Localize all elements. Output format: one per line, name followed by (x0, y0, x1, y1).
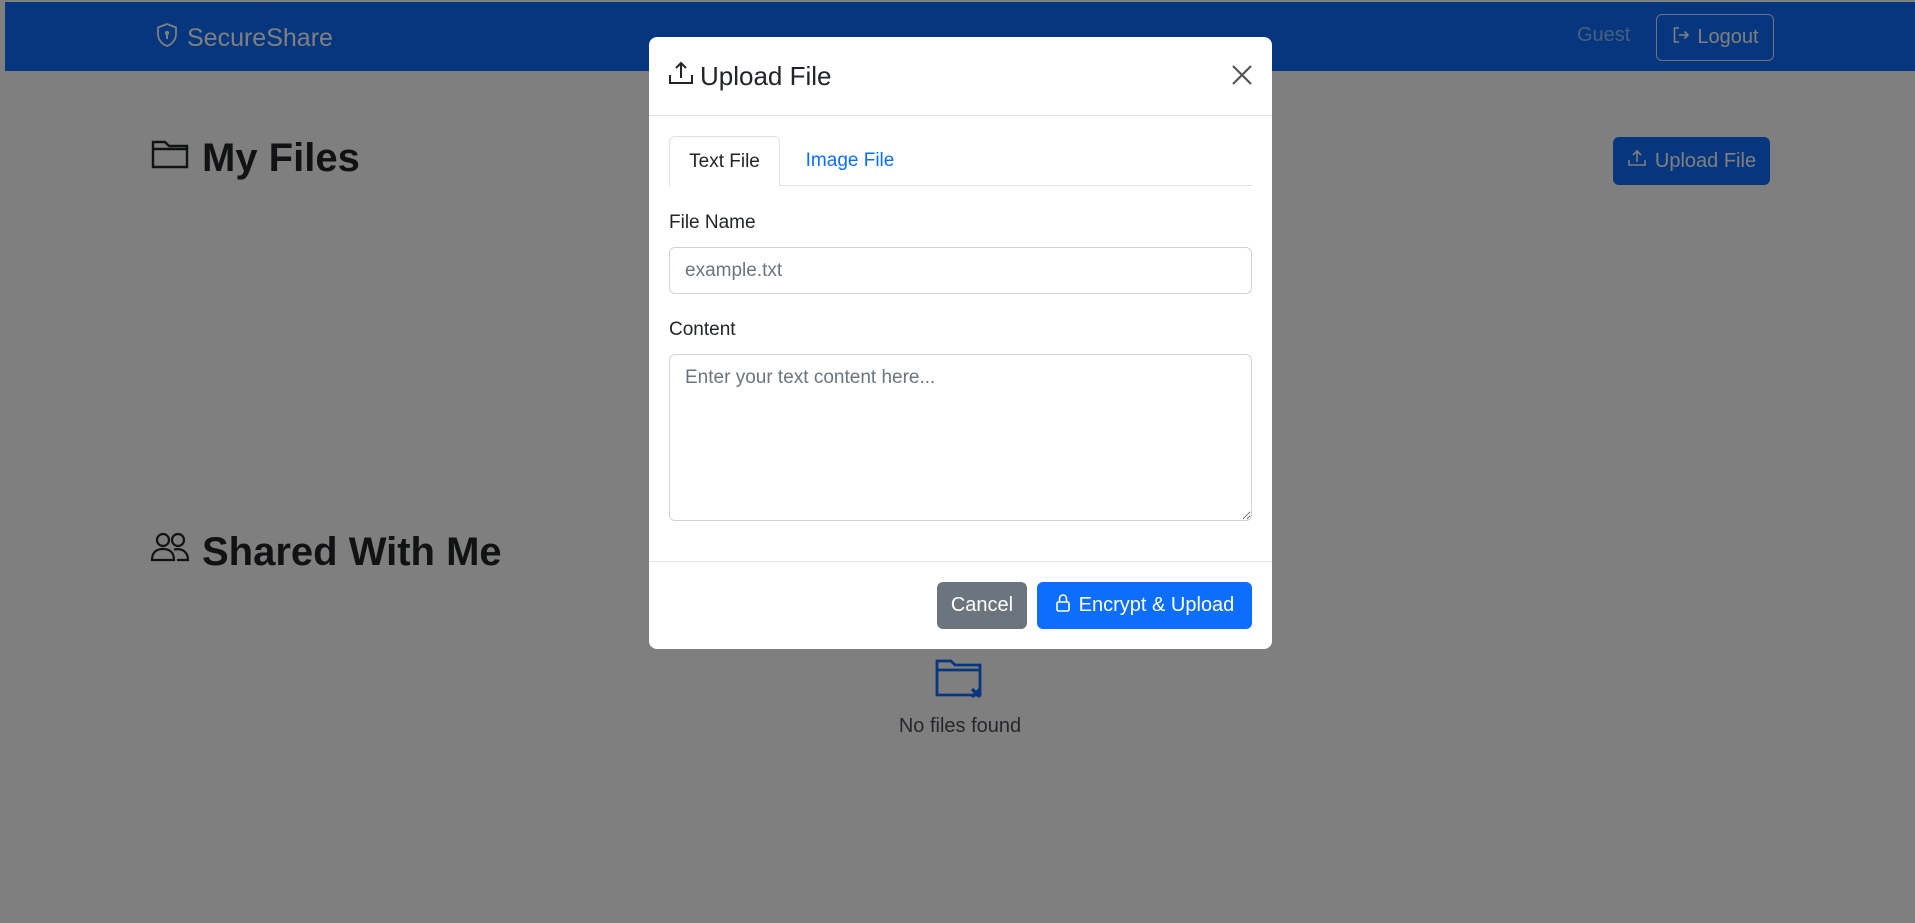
tab-text-file[interactable]: Text File (669, 136, 780, 187)
close-button[interactable] (1229, 62, 1255, 88)
modal-footer: Cancel Encrypt & Upload (649, 561, 1272, 649)
cancel-button[interactable]: Cancel (937, 582, 1027, 629)
content-label: Content (669, 319, 736, 340)
modal-title: Upload File (668, 60, 832, 93)
file-type-tabs: Text File Image File (669, 136, 1252, 187)
tab-image-file[interactable]: Image File (780, 136, 920, 186)
close-icon (1229, 65, 1255, 92)
encrypt-upload-label: Encrypt & Upload (1078, 594, 1235, 616)
content-textarea[interactable] (669, 354, 1252, 521)
encrypt-upload-button[interactable]: Encrypt & Upload (1037, 582, 1252, 629)
upload-modal: Upload File Text File Image File File Na… (649, 37, 1272, 649)
modal-title-label: Upload File (700, 61, 832, 91)
lock-icon (1055, 593, 1071, 619)
file-name-label: File Name (669, 212, 756, 233)
upload-icon (668, 60, 694, 93)
modal-header: Upload File (649, 37, 1272, 116)
file-name-input[interactable] (669, 247, 1252, 294)
